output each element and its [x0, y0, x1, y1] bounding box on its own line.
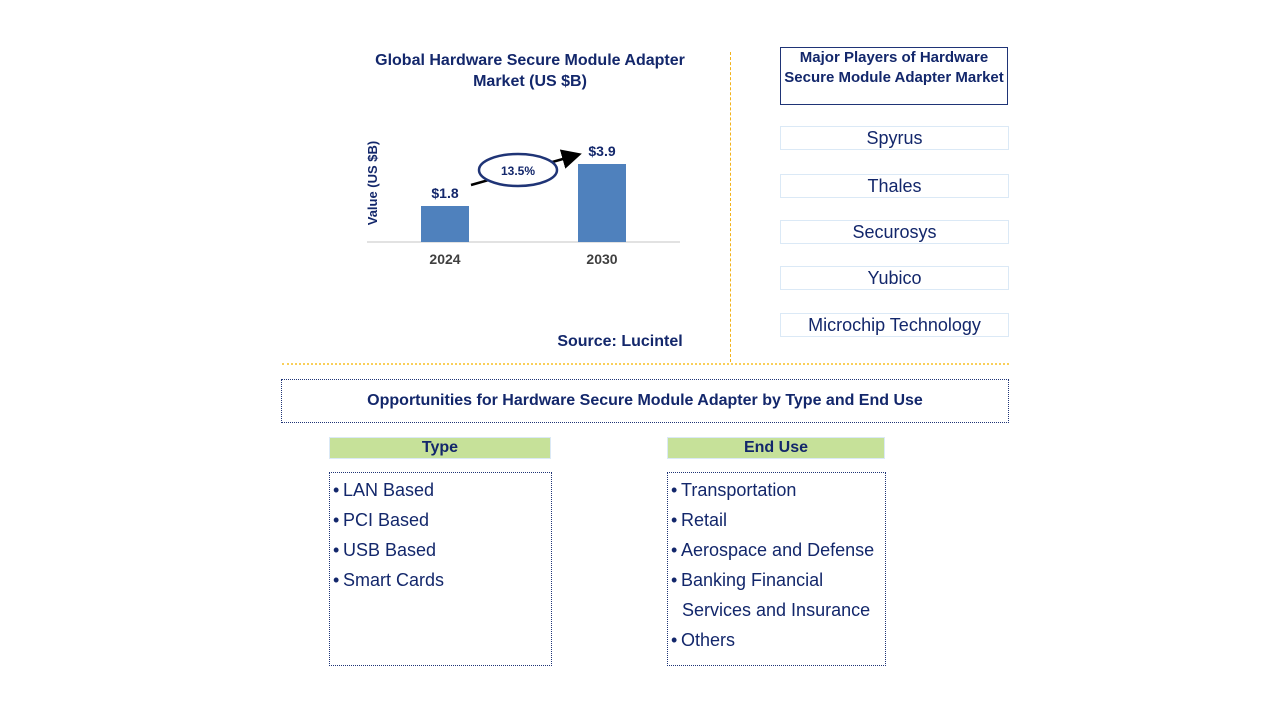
end-use-list: • Transportation • Retail • Aerospace and D… — [667, 472, 886, 666]
source-label: Source: Lucintel — [557, 333, 683, 350]
end-use-item: • Others — [671, 625, 885, 655]
type-item: • USB Based — [333, 535, 551, 565]
type-item: • LAN Based — [333, 475, 551, 505]
bar-2024 — [421, 206, 469, 242]
vertical-divider — [730, 52, 731, 362]
player-item: Spyrus — [780, 126, 1009, 150]
data-label-2024: $1.8 — [431, 185, 458, 201]
player-item: Securosys — [780, 220, 1009, 244]
bullet-icon: • — [671, 570, 678, 590]
y-axis-label: Value (US $B) — [365, 141, 380, 226]
end-use-item-continuation: Services and Insurance — [682, 600, 871, 620]
end-use-heading: End Use — [667, 437, 885, 459]
end-use-item: • Aerospace and Defense — [671, 535, 885, 565]
player-item: Thales — [780, 174, 1009, 198]
end-use-item: • Banking Financial — [671, 565, 885, 595]
bullet-icon: • — [333, 510, 340, 530]
bar-chart: Value (US $B) $1.8 2024 $3.9 2030 13.5% — [365, 141, 680, 267]
bar-2030 — [578, 164, 626, 242]
bullet-icon: • — [671, 510, 678, 530]
type-heading: Type — [329, 437, 551, 459]
bullet-icon: • — [333, 480, 340, 500]
bullet-icon: • — [333, 570, 340, 590]
cagr-label: 13.5% — [501, 164, 535, 178]
opportunities-title: Opportunities for Hardware Secure Module… — [281, 379, 1009, 423]
bullet-icon: • — [671, 540, 678, 560]
type-item: • PCI Based — [333, 505, 551, 535]
data-label-2030: $3.9 — [588, 143, 615, 159]
type-item: • Smart Cards — [333, 565, 551, 595]
x-tick-label-2030: 2030 — [586, 251, 617, 267]
bullet-icon: • — [671, 630, 678, 650]
type-list: • LAN Based • PCI Based • USB Based • Smart … — [329, 472, 552, 666]
player-item: Yubico — [780, 266, 1009, 290]
bullet-icon: • — [333, 540, 340, 560]
player-item: Microchip Technology — [780, 313, 1009, 337]
end-use-item: • Retail — [671, 505, 885, 535]
end-use-item: • Transportation — [671, 475, 885, 505]
horizontal-divider — [282, 363, 1009, 365]
bullet-icon: • — [671, 480, 678, 500]
players-title: Major Players of Hardware Secure Module … — [780, 47, 1008, 105]
chart-title: Global Hardware Secure Module Adapter Ma… — [375, 52, 685, 90]
x-tick-label-2024: 2024 — [429, 251, 460, 267]
